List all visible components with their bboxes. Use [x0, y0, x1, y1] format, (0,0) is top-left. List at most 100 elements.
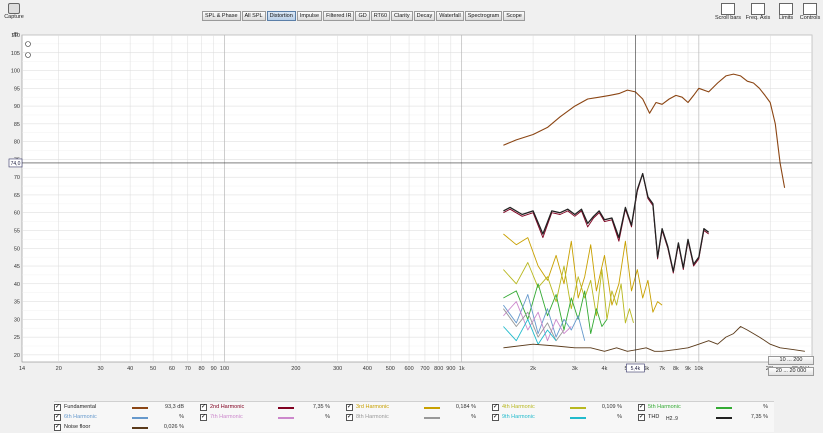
- y-tick-label: 95: [14, 86, 20, 92]
- x-tick-label: 900: [446, 366, 455, 372]
- cursor-y-label: 74,0: [11, 161, 21, 167]
- scroll-bars-label: Scroll bars: [715, 15, 741, 21]
- legend-value: 7,35 %: [312, 404, 330, 410]
- legend-value: %: [179, 414, 184, 420]
- legend-item-3rd-harmonic: ✓ 3rd Harmonic 0,184 %: [346, 403, 486, 413]
- legend-name: 4th Harmonic: [502, 404, 535, 410]
- tab-decay[interactable]: Decay: [413, 11, 436, 21]
- tab-spectrogram[interactable]: Spectrogram: [464, 11, 503, 21]
- checkbox-5th-harmonic[interactable]: ✓: [638, 404, 645, 411]
- tab-impulse[interactable]: Impulse: [296, 11, 323, 21]
- toolbar: Capture SPL & Phase All SPL Distortion Impu…: [0, 0, 823, 30]
- legend-value: %: [471, 414, 476, 420]
- legend-swatch: [278, 407, 294, 409]
- scroll-bars-button[interactable]: Scroll bars: [714, 3, 742, 21]
- y-tick-label: 65: [14, 193, 20, 199]
- y-tick-label: 70: [14, 175, 20, 181]
- x-tick-label: 2k: [530, 366, 536, 372]
- legend-name: Fundamental: [64, 404, 97, 410]
- legend-value: 0,184 %: [455, 404, 476, 410]
- legend-swatch: [132, 407, 148, 409]
- checkbox-2nd-harmonic[interactable]: ✓: [200, 404, 207, 411]
- legend-item-5th-harmonic: ✓ 5th Harmonic%: [638, 403, 778, 413]
- legend-swatch: [570, 417, 586, 419]
- scroll-bars-icon: [721, 3, 735, 15]
- plot-area: [21, 34, 813, 363]
- checkbox-noise-floor[interactable]: ✓: [54, 424, 61, 431]
- checkbox-9th-harmonic[interactable]: ✓: [492, 414, 499, 421]
- tab-rt60[interactable]: RT60: [370, 11, 391, 21]
- legend-swatch: [424, 407, 440, 409]
- legend-value: 93,3 dB: [165, 404, 184, 410]
- y-tick-label: 45: [14, 264, 20, 270]
- tab-all-spl[interactable]: All SPL: [241, 11, 266, 21]
- limits-button[interactable]: Limits: [774, 3, 798, 21]
- legend-swatch: [132, 417, 148, 419]
- y-tick-label: 35: [14, 300, 20, 306]
- legend-name: 6th Harmonic: [64, 414, 97, 420]
- legend-value: 7,35 %: [750, 414, 768, 420]
- legend-value: 0,026 %: [163, 424, 184, 430]
- x-tick-label: 10k: [694, 366, 703, 372]
- x-tick-label: 200: [291, 366, 300, 372]
- legend-name: 5th Harmonic: [648, 404, 681, 410]
- tab-clarity[interactable]: Clarity: [391, 11, 413, 21]
- x-tick-label: 9k: [685, 366, 691, 372]
- legend-item-6th-harmonic: ✓ 6th Harmonic%: [54, 413, 194, 423]
- checkbox-thd[interactable]: ✓: [638, 414, 645, 421]
- y-tick-label: 30: [14, 317, 20, 323]
- x-tick-label: 3k: [572, 366, 578, 372]
- y-tick-label: 25: [14, 335, 20, 341]
- camera-icon: [8, 3, 20, 14]
- y-tick-label: 100: [11, 69, 20, 75]
- checkbox-7th-harmonic[interactable]: ✓: [200, 414, 207, 421]
- distortion-graph[interactable]: 1101051009590858075706560555045403530252…: [0, 30, 823, 400]
- checkbox-4th-harmonic[interactable]: ✓: [492, 404, 499, 411]
- legend-value: %: [763, 404, 768, 410]
- x-tick-label: 300: [333, 366, 342, 372]
- tab-scope[interactable]: Scope: [503, 11, 525, 21]
- legend-swatch: [716, 417, 732, 419]
- checkbox-6th-harmonic[interactable]: ✓: [54, 414, 61, 421]
- limits-icon: [779, 3, 793, 15]
- legend-swatch: [716, 407, 732, 409]
- legend-name: 7th Harmonic: [210, 414, 243, 420]
- x-tick-label: 800: [434, 366, 443, 372]
- tab-filtered-ir[interactable]: Filtered IR: [323, 11, 355, 21]
- legend-value: %: [617, 414, 622, 420]
- legend-swatch: [570, 407, 586, 409]
- legend-item-9th-harmonic: ✓ 9th Harmonic%: [492, 413, 632, 423]
- legend-item-thd: ✓ THD 7,35 % H2..9: [638, 413, 778, 423]
- tab-gd[interactable]: GD: [355, 11, 370, 21]
- x-tick-label: 7k: [659, 366, 665, 372]
- limits-label: Limits: [778, 15, 794, 21]
- checkbox-fundamental[interactable]: ✓: [54, 404, 61, 411]
- legend-swatch: [278, 417, 294, 419]
- legend-value: %: [325, 414, 330, 420]
- freq-axis-button[interactable]: Freq. Axis: [744, 3, 772, 21]
- x-tick-label: 700: [420, 366, 429, 372]
- zoom-out-icon[interactable]: [25, 52, 31, 58]
- capture-button[interactable]: Capture: [4, 3, 24, 20]
- x-tick-label: 8k: [673, 366, 679, 372]
- range-20-20000-button[interactable]: 20 ... 20 000: [768, 367, 814, 376]
- range-10-200-button[interactable]: 10 ... 200: [768, 356, 814, 365]
- x-tick-label: 4k: [602, 366, 608, 372]
- y-tick-label: 20: [14, 353, 20, 359]
- tab-spl-phase[interactable]: SPL & Phase: [202, 11, 241, 21]
- x-tick-label: 80: [198, 366, 204, 372]
- checkbox-8th-harmonic[interactable]: ✓: [346, 414, 353, 421]
- controls-button[interactable]: Controls: [798, 3, 822, 21]
- zoom-in-icon[interactable]: [25, 41, 31, 47]
- freq-axis-label: Freq. Axis: [745, 15, 771, 21]
- tab-waterfall[interactable]: Waterfall: [436, 11, 464, 21]
- checkbox-3rd-harmonic[interactable]: ✓: [346, 404, 353, 411]
- y-unit-label: dB: [12, 32, 19, 38]
- tab-distortion[interactable]: Distortion: [266, 11, 296, 21]
- legend-value: 0,109 %: [601, 404, 622, 410]
- x-tick-label: 600: [404, 366, 413, 372]
- legend-name: 2nd Harmonic: [210, 404, 245, 410]
- legend-panel: ✓ Fundamental 93,3 dB ✓ 2nd Harmonic 7,35 % ✓ 3…: [54, 401, 774, 432]
- y-tick-label: 50: [14, 246, 20, 252]
- x-tick-label: 400: [363, 366, 372, 372]
